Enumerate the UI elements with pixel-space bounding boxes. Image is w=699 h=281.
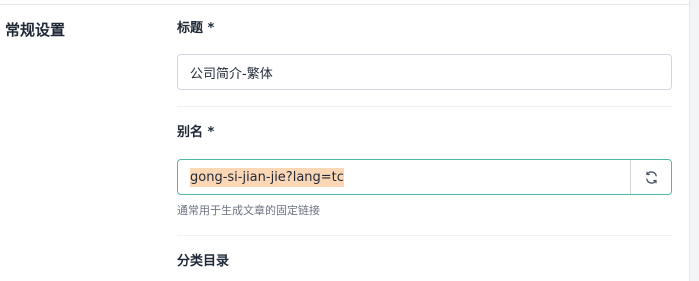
alias-field-label: 别名 * bbox=[177, 125, 215, 140]
alias-input-group: gong-si-jian-jie?lang=tc bbox=[177, 159, 672, 195]
alias-help-text: 通常用于生成文章的固定链接 bbox=[177, 204, 320, 217]
alias-value-selected: gong-si-jian-jie?lang=tc bbox=[190, 167, 344, 187]
refresh-icon bbox=[645, 170, 657, 184]
category-field-label: 分类目录 bbox=[177, 254, 230, 269]
top-divider bbox=[0, 0, 689, 5]
scrollbar-track[interactable] bbox=[689, 0, 699, 281]
field-divider bbox=[177, 235, 672, 236]
section-title: 常规设置 bbox=[5, 21, 66, 39]
alias-input[interactable]: gong-si-jian-jie?lang=tc bbox=[178, 160, 630, 194]
regenerate-alias-button[interactable] bbox=[630, 160, 671, 194]
title-field-label: 标题 * bbox=[177, 21, 215, 36]
title-input[interactable] bbox=[177, 54, 672, 90]
field-divider bbox=[177, 106, 672, 107]
